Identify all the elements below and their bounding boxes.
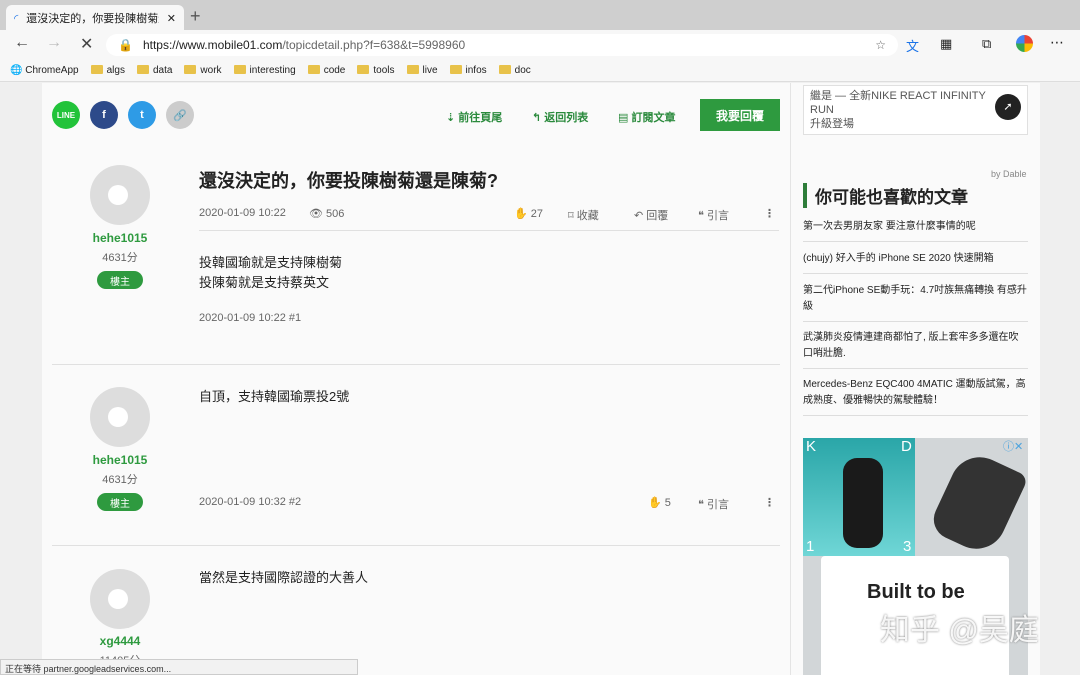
more-icon[interactable]: ⋮: [764, 496, 775, 509]
bookmark-folder[interactable]: code: [307, 65, 345, 76]
status-bar: 正在等待 partner.googleadservices.com...: [0, 659, 358, 675]
divider: [199, 230, 779, 231]
bookmark-chromeapp[interactable]: 🌐 ChromeApp: [10, 65, 79, 76]
post-body: 投韓國瑜就是支持陳樹菊 投陳菊就是支持蔡英文: [199, 255, 343, 290]
ad-card[interactable]: 繼是 — 全新NIKE REACT INFINITY RUN 升級登場 ➚: [803, 85, 1028, 135]
thread-main: LINE f t 🔗 ⇣ 前往頁尾 ↰ 返回列表 ▤ 訂閱文章 我要回覆 heh…: [42, 83, 790, 675]
post-divider: [52, 545, 780, 546]
share-line-button[interactable]: LINE: [52, 101, 80, 129]
op-badge: 樓主: [97, 271, 143, 289]
watermark: 知乎 @吴庭: [880, 614, 1039, 647]
collections-icon[interactable]: ⧉: [982, 36, 991, 52]
stop-button[interactable]: ✕: [80, 34, 93, 54]
avatar[interactable]: [90, 569, 150, 629]
back-to-list-link[interactable]: ↰ 返回列表: [532, 109, 588, 125]
avatar[interactable]: [90, 165, 150, 225]
username[interactable]: xg4444: [42, 634, 198, 648]
like-button[interactable]: ✋ 5: [648, 496, 671, 509]
goto-bottom-link[interactable]: ⇣ 前往頁尾: [446, 109, 502, 125]
recommended-article[interactable]: (chujy) 好入手的 iPhone SE 2020 快速開箱: [803, 245, 1028, 274]
copy-link-button[interactable]: 🔗: [166, 101, 194, 129]
browser-tab[interactable]: ◜ 還沒決定的，你要投陳樹菊還是陳菊? ✕: [6, 5, 184, 31]
close-tab-icon[interactable]: ✕: [167, 12, 176, 25]
url-path: /topicdetail.php?f=638&t=5998960: [282, 38, 466, 52]
more-icon[interactable]: ⋮: [764, 207, 775, 220]
quote-button[interactable]: ❝ 引言: [698, 207, 729, 223]
ad-figure: [843, 458, 883, 548]
menu-icon[interactable]: ⋯: [1050, 34, 1064, 51]
bookmark-folder[interactable]: infos: [449, 65, 487, 76]
ad-letter: D: [901, 438, 912, 455]
user-score: 4631分: [102, 474, 138, 486]
bookmark-folder[interactable]: work: [184, 65, 222, 76]
arrow-icon[interactable]: ➚: [995, 94, 1021, 120]
ad-letter: 1: [806, 538, 815, 555]
url-host: https://www.mobile01.com: [142, 38, 283, 52]
ad-card-line: 繼是 — 全新NIKE REACT INFINITY RUN: [810, 90, 986, 116]
post-body: 自頂，支持韓國瑜票投2號: [199, 389, 350, 404]
username[interactable]: hehe1015: [42, 453, 198, 467]
bookmark-folder[interactable]: doc: [498, 65, 531, 76]
post-date: 2020-01-09 10:22: [199, 207, 286, 219]
recommended-article[interactable]: 第二代iPhone SE動手玩：4.7吋族無痛轉換 有感升級: [803, 277, 1028, 322]
bookmark-folder[interactable]: interesting: [233, 65, 296, 76]
loading-icon: ◜: [14, 12, 19, 25]
new-tab-button[interactable]: +: [190, 6, 201, 27]
post-divider: [52, 364, 780, 365]
ad-letter: K: [806, 438, 817, 455]
reply-post-button[interactable]: ↶ 回覆: [634, 207, 668, 223]
recommend-heading: 你可能也喜歡的文章: [803, 183, 968, 208]
translate-icon[interactable]: 文: [906, 36, 919, 55]
recommended-article[interactable]: 第一次去男朋友家 要注意什麼事情的呢: [803, 213, 1028, 242]
views: 👁 506: [309, 208, 345, 220]
ad-close-icon[interactable]: ⓘ✕: [1003, 438, 1023, 454]
sidebar: 繼是 — 全新NIKE REACT INFINITY RUN 升級登場 ➚ by …: [790, 83, 1040, 675]
post-footer: 2020-01-09 10:22 #1: [199, 312, 302, 324]
back-button[interactable]: ←: [14, 34, 30, 52]
bookmark-folder[interactable]: tools: [357, 65, 395, 76]
star-icon[interactable]: ☆: [875, 38, 886, 52]
thread-title: 還沒決定的，你要投陳樹菊還是陳菊?: [199, 171, 498, 191]
bookmarks-bar: 🌐 ChromeApp algs data work interesting c…: [0, 60, 1080, 82]
recommended-article[interactable]: Mercedes-Benz EQC400 4MATIC 運動版試駕，高成熟度、優…: [803, 371, 1028, 416]
bookmark-folder[interactable]: algs: [90, 65, 125, 76]
address-bar[interactable]: 🔒 https://www.mobile01.com/topicdetail.ph…: [106, 34, 898, 56]
page: LINE f t 🔗 ⇣ 前往頁尾 ↰ 返回列表 ▤ 訂閱文章 我要回覆 heh…: [0, 83, 1080, 675]
post-body: 當然是支持國際認證的大善人: [199, 570, 369, 585]
reply-button[interactable]: 我要回覆: [700, 99, 780, 131]
favorite-button[interactable]: ⌑ 收藏: [568, 207, 599, 223]
subscribe-link[interactable]: ▤ 訂閱文章: [618, 109, 675, 125]
ad-card-line: 升級登場: [810, 118, 854, 130]
lock-icon: 🔒: [118, 38, 133, 52]
ad-shoe: [927, 447, 1028, 559]
tab-title: 還沒決定的，你要投陳樹菊還是陳菊?: [26, 13, 159, 25]
ad-letter: 3: [903, 538, 912, 555]
bookmark-folder[interactable]: live: [406, 65, 438, 76]
like-button[interactable]: ✋ 27: [514, 207, 543, 220]
qr-icon[interactable]: ▦: [940, 36, 952, 52]
bookmark-folder[interactable]: data: [136, 65, 172, 76]
avatar[interactable]: [90, 387, 150, 447]
dable-credit: by Dable: [991, 169, 1027, 179]
profile-icon[interactable]: [1016, 35, 1033, 52]
user-score: 4631分: [102, 252, 138, 264]
share-twitter-button[interactable]: t: [128, 101, 156, 129]
username[interactable]: hehe1015: [42, 231, 198, 245]
forward-button[interactable]: →: [46, 34, 62, 52]
ad-headline: Built to be: [867, 581, 965, 603]
post-footer: 2020-01-09 10:32 #2: [199, 496, 302, 508]
share-facebook-button[interactable]: f: [90, 101, 118, 129]
quote-button[interactable]: ❝ 引言: [698, 496, 729, 512]
recommended-article[interactable]: 武漢肺炎疫情連建商都怕了, 版上套牢多多還在吹口哨壯膽.: [803, 324, 1028, 369]
op-badge: 樓主: [97, 493, 143, 511]
